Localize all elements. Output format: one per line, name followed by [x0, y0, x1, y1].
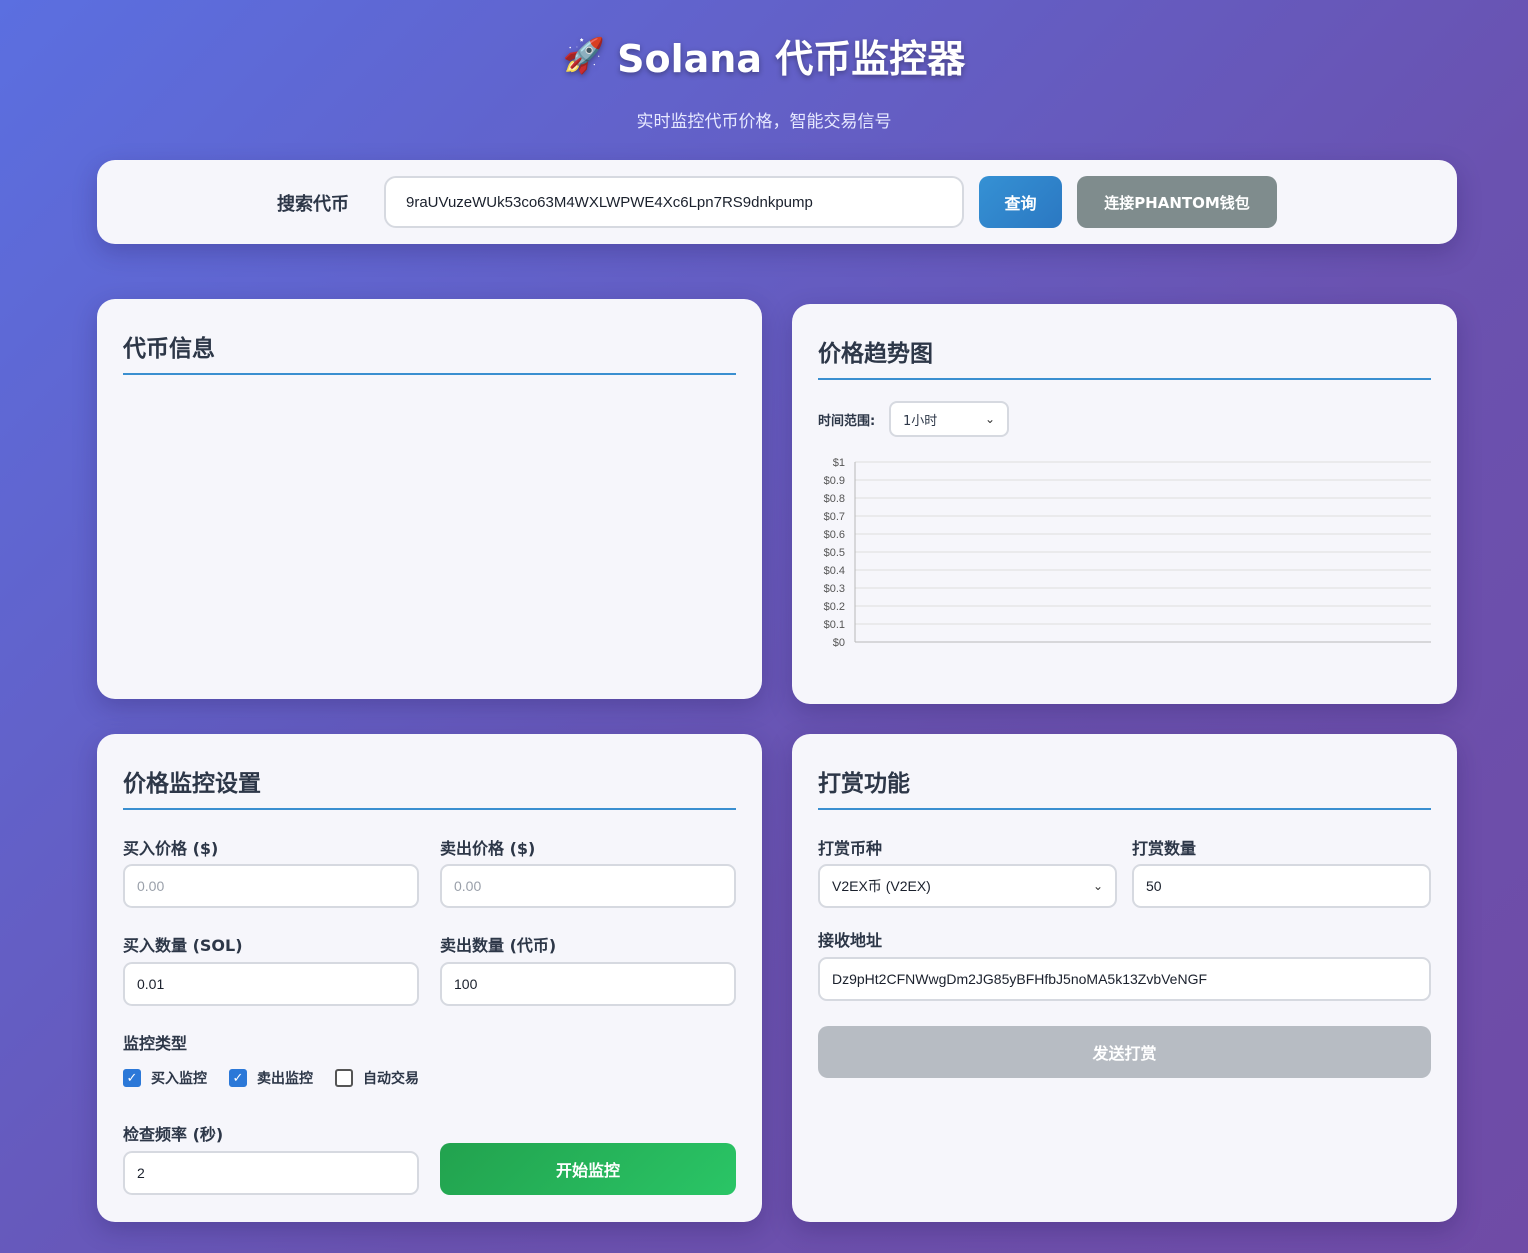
token-info-title: 代币信息	[123, 336, 215, 362]
tip-currency-select[interactable]: V2EX币 (V2EX) ⌄	[818, 864, 1117, 908]
token-info-card: 代币信息	[97, 299, 762, 699]
tip-currency-value: V2EX币 (V2EX)	[832, 878, 931, 894]
frequency-label: 检查频率 (秒)	[123, 1125, 224, 1144]
chevron-down-icon: ⌄	[984, 412, 995, 426]
search-label: 搜索代币	[277, 194, 349, 215]
buy-amount-input[interactable]: 0.01	[123, 962, 419, 1006]
y-tick-label: $1	[833, 457, 845, 469]
time-range-value: 1小时	[903, 413, 938, 429]
chevron-down-icon: ⌄	[1092, 879, 1103, 893]
checkbox-unchecked-icon[interactable]	[335, 1069, 353, 1087]
start-monitor-button[interactable]: 开始监控	[440, 1143, 736, 1195]
monitor-type-label: 监控类型	[123, 1034, 188, 1053]
checkbox-checked-icon[interactable]: ✓	[229, 1069, 247, 1087]
buy-price-input[interactable]: 0.00	[123, 864, 419, 908]
monitor-type-options: ✓ 买入监控 ✓ 卖出监控 自动交易	[123, 1068, 419, 1088]
tip-address-value: Dz9pHt2CFNWwgDm2JG85yBFHfbJ5noMA5k13ZvbV…	[832, 971, 1208, 987]
time-range-label: 时间范围:	[818, 414, 876, 429]
y-tick-label: $0.4	[824, 565, 845, 577]
buy-monitor-label: 买入监控	[151, 1071, 207, 1087]
buy-price-label: 买入价格 ($)	[123, 839, 219, 858]
page-title-text: Solana 代币监控器	[617, 37, 966, 81]
send-tip-button[interactable]: 发送打赏	[818, 1026, 1431, 1078]
y-tick-label: $0.7	[824, 511, 845, 523]
time-range-select[interactable]: 1小时 ⌄	[889, 401, 1009, 437]
sell-monitor-checkbox[interactable]: ✓ 卖出监控	[229, 1068, 313, 1088]
search-input[interactable]	[384, 176, 964, 228]
price-chart: $0 $0.1 $0.2 $0.3 $0.4 $0.5 $0.6 $0.7 $0.8 $0.9 $1	[824, 457, 1431, 649]
page-header: 🚀 Solana 代币监控器 实时监控代币价格，智能交易信号	[0, 28, 1528, 133]
y-tick-label: $0.3	[824, 583, 845, 595]
monitor-settings-card: 价格监控设置 买入价格 ($) 0.00 卖出价格 ($) 0.00 买入数量 …	[97, 734, 762, 1222]
auto-trade-checkbox[interactable]: 自动交易	[335, 1068, 419, 1088]
price-chart-card: 价格趋势图 时间范围: 1小时 ⌄ $0 $0.1 $0.2 $0.3 $0.4 $0.5…	[792, 304, 1457, 704]
tip-title: 打赏功能	[818, 771, 910, 797]
y-tick-label: $0.6	[824, 529, 845, 541]
tip-card: 打赏功能 打赏币种 V2EX币 (V2EX) ⌄ 打赏数量 50 接收地址 Dz…	[792, 734, 1457, 1222]
frequency-input[interactable]: 2	[123, 1151, 419, 1195]
buy-price-placeholder: 0.00	[137, 878, 165, 894]
y-tick-label: $0.1	[824, 619, 845, 631]
section-divider	[123, 373, 736, 375]
sell-price-label: 卖出价格 ($)	[440, 839, 536, 858]
page-title: 🚀 Solana 代币监控器	[563, 28, 965, 83]
auto-trade-label: 自动交易	[363, 1071, 419, 1087]
y-tick-label: $0	[833, 637, 845, 649]
search-card: 搜索代币 查询 连接PHANTOM钱包	[97, 160, 1457, 244]
sell-amount-input[interactable]: 100	[440, 962, 736, 1006]
tip-amount-label: 打赏数量	[1132, 839, 1197, 858]
y-tick-label: $0.5	[824, 547, 845, 559]
section-divider	[818, 378, 1431, 380]
price-chart-title: 价格趋势图	[818, 341, 933, 367]
tip-amount-input[interactable]: 50	[1132, 864, 1431, 908]
checkbox-checked-icon[interactable]: ✓	[123, 1069, 141, 1087]
tip-amount-value: 50	[1146, 878, 1162, 894]
sell-price-input[interactable]: 0.00	[440, 864, 736, 908]
y-tick-label: $0.8	[824, 493, 845, 505]
buy-amount-value: 0.01	[137, 976, 165, 992]
sell-amount-value: 100	[454, 976, 478, 992]
connect-phantom-button[interactable]: 连接PHANTOM钱包	[1077, 176, 1277, 228]
tip-address-label: 接收地址	[818, 931, 883, 950]
buy-monitor-checkbox[interactable]: ✓ 买入监控	[123, 1068, 207, 1088]
tip-currency-label: 打赏币种	[818, 839, 883, 858]
query-button[interactable]: 查询	[979, 176, 1062, 228]
y-tick-label: $0.9	[824, 475, 845, 487]
section-divider	[818, 808, 1431, 810]
sell-amount-label: 卖出数量 (代币)	[440, 936, 557, 955]
page-subtitle: 实时监控代币价格，智能交易信号	[636, 112, 892, 132]
tip-address-input[interactable]: Dz9pHt2CFNWwgDm2JG85yBFHfbJ5noMA5k13ZvbV…	[818, 957, 1431, 1001]
section-divider	[123, 808, 736, 810]
sell-price-placeholder: 0.00	[454, 878, 482, 894]
rocket-icon: 🚀	[562, 35, 606, 76]
y-tick-label: $0.2	[824, 601, 845, 613]
monitor-settings-title: 价格监控设置	[123, 771, 261, 797]
frequency-value: 2	[137, 1165, 145, 1181]
sell-monitor-label: 卖出监控	[257, 1071, 313, 1087]
buy-amount-label: 买入数量 (SOL)	[123, 936, 243, 955]
